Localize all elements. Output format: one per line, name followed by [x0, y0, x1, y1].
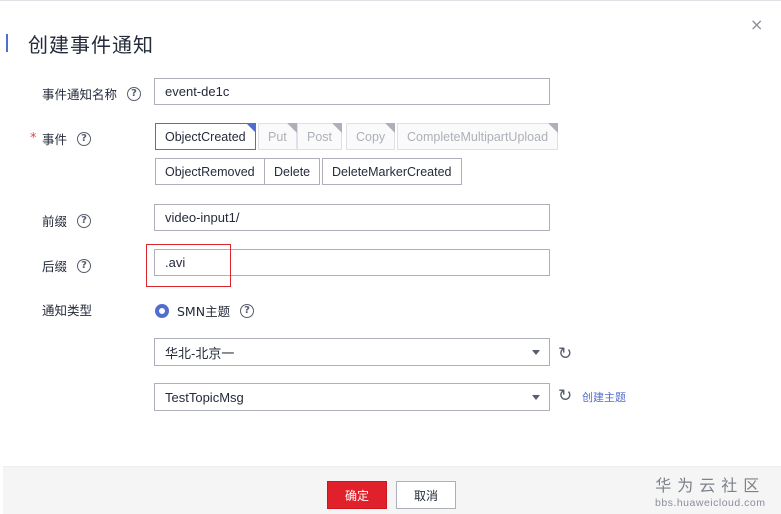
required-mark: *	[30, 131, 37, 146]
create-event-notification-dialog: 创建事件通知 × 事件通知名称 ? event-de1c * 事件 ? Obje…	[0, 0, 781, 514]
event-tag-objectremoved[interactable]: ObjectRemoved	[155, 158, 265, 185]
suffix-label: 后缀	[42, 259, 68, 274]
name-input[interactable]: event-de1c	[154, 78, 550, 105]
smn-topic-radio-option[interactable]: SMN主题 ?	[155, 301, 255, 320]
watermark-url: bbs.huaweicloud.com	[655, 497, 766, 509]
selected-corner-marker	[245, 123, 256, 133]
event-tag-label: Copy	[356, 129, 386, 144]
selected-corner-marker	[548, 123, 559, 133]
question-circle-icon[interactable]: ?	[77, 213, 92, 228]
dialog-header: 创建事件通知	[6, 31, 154, 57]
events-label: 事件	[42, 132, 68, 147]
name-input-value: event-de1c	[165, 84, 230, 99]
topic-select[interactable]: TestTopicMsg	[154, 383, 550, 411]
event-tag-label: Delete	[274, 164, 311, 179]
event-tag-label: ObjectRemoved	[165, 164, 255, 179]
cancel-button[interactable]: 取消	[396, 481, 456, 509]
event-tag-label: CompleteMultipartUpload	[407, 129, 549, 144]
topic-select-value: TestTopicMsg	[165, 389, 244, 405]
watermark-title: 华为云社区	[655, 476, 766, 495]
event-tag-deletemarkercreated[interactable]: DeleteMarkerCreated	[322, 158, 462, 185]
events-label-row: * 事件 ?	[30, 129, 92, 148]
radio-selected-icon[interactable]	[155, 303, 169, 318]
selected-corner-marker	[332, 123, 343, 133]
notify-type-label: 通知类型	[42, 303, 93, 318]
prefix-label-row: 前缀 ?	[42, 211, 92, 230]
event-tag-copy[interactable]: Copy	[346, 123, 396, 150]
close-icon[interactable]: ×	[750, 15, 763, 34]
event-tag-label: ObjectCreated	[165, 129, 246, 144]
selected-corner-marker	[286, 123, 297, 133]
event-tag-put[interactable]: Put	[258, 123, 297, 150]
prefix-input-value: video-input1/	[165, 210, 240, 225]
region-select[interactable]: 华北-北京一	[154, 338, 550, 366]
event-tag-delete[interactable]: Delete	[264, 158, 321, 185]
confirm-button[interactable]: 确定	[327, 481, 387, 509]
name-label: 事件通知名称	[42, 87, 118, 102]
selected-corner-marker	[385, 123, 396, 133]
event-tag-label: Put	[268, 129, 287, 144]
event-tag-completemultipartupload[interactable]: CompleteMultipartUpload	[397, 123, 559, 150]
huawei-cloud-watermark: 华为云社区 bbs.huaweicloud.com	[655, 472, 765, 509]
create-topic-link[interactable]: 创建主题	[582, 389, 626, 405]
prefix-label: 前缀	[42, 214, 68, 229]
notify-type-label-row: 通知类型	[42, 300, 92, 319]
smn-topic-radio-label: SMN主题	[177, 304, 231, 319]
dialog-title: 创建事件通知	[28, 32, 154, 57]
event-tag-label: DeleteMarkerCreated	[332, 164, 452, 179]
suffix-highlight-annotation	[146, 244, 231, 287]
question-circle-icon[interactable]: ?	[240, 303, 255, 318]
suffix-label-row: 后缀 ?	[42, 256, 92, 275]
name-label-row: 事件通知名称 ?	[42, 84, 142, 103]
region-select-value: 华北-北京一	[165, 345, 235, 361]
title-accent-bar	[6, 34, 8, 52]
prefix-input[interactable]: video-input1/	[154, 204, 550, 231]
chevron-down-icon[interactable]	[532, 395, 540, 400]
question-circle-icon[interactable]: ?	[127, 86, 142, 101]
refresh-icon[interactable]: ↻	[558, 346, 574, 363]
question-circle-icon[interactable]: ?	[77, 258, 92, 273]
chevron-down-icon[interactable]	[532, 350, 540, 355]
event-tag-label: Post	[307, 129, 333, 144]
question-circle-icon[interactable]: ?	[77, 131, 92, 146]
event-tag-objectcreated[interactable]: ObjectCreated	[155, 123, 256, 150]
event-tag-post[interactable]: Post	[297, 123, 343, 150]
refresh-icon[interactable]: ↻	[558, 388, 574, 405]
